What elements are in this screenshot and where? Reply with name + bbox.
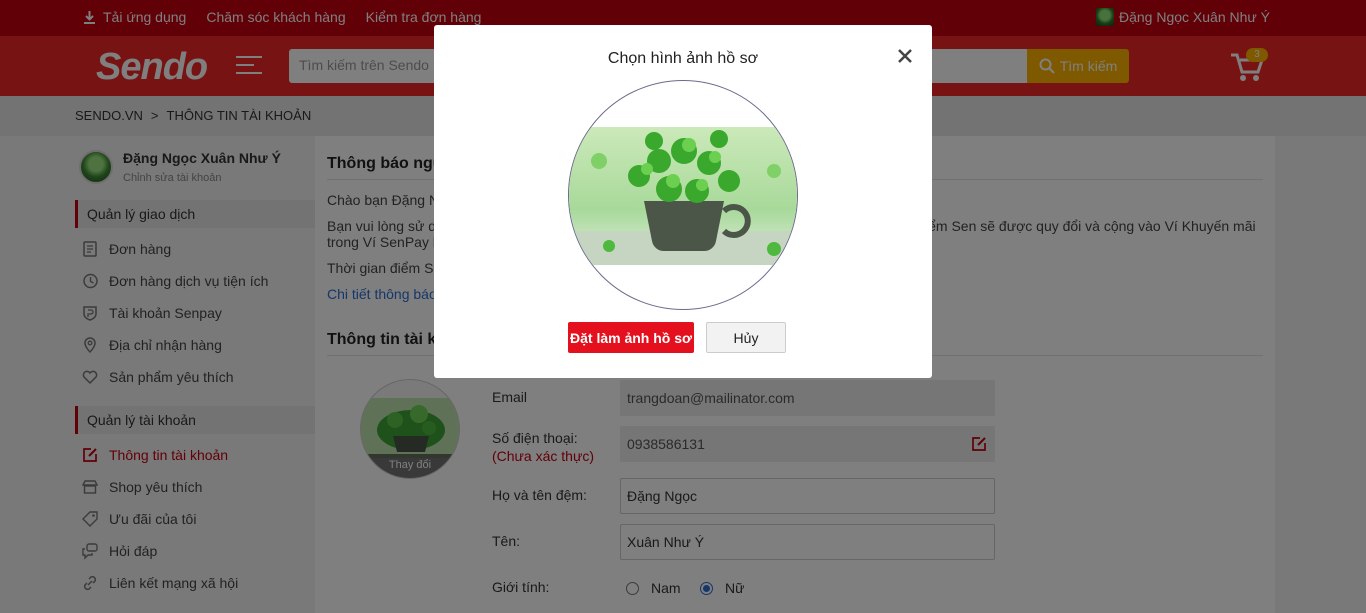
close-icon[interactable]	[894, 45, 916, 67]
photo-preview[interactable]	[568, 80, 798, 310]
dialog-title: Chọn hình ảnh hồ sơ	[607, 50, 759, 67]
set-profile-photo-button[interactable]: Đặt làm ảnh hồ sơ	[568, 322, 694, 353]
profile-photo-dialog: Chọn hình ảnh hồ sơ Đặt làm ảnh hồ sơ Hủ…	[434, 25, 932, 378]
cancel-button[interactable]: Hủy	[706, 322, 786, 353]
preview-image	[569, 127, 797, 265]
